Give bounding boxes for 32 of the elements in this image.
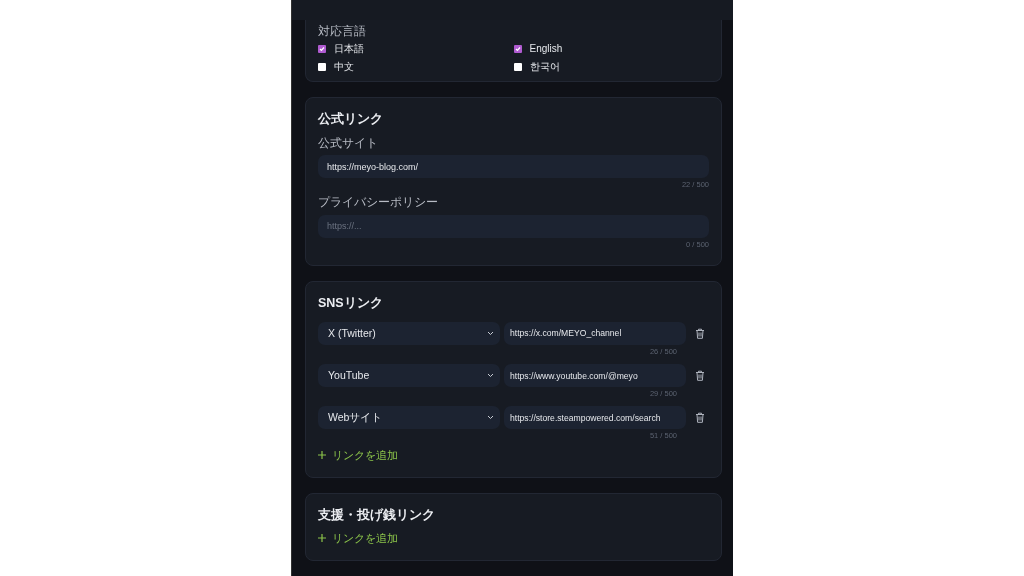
section-title: SNSリンク xyxy=(318,296,384,312)
section-title: 支援・投げ銭リンク xyxy=(318,508,436,524)
section-title: 公式リンク xyxy=(318,112,384,128)
input-field[interactable]: https://x.com/MEYO_channel xyxy=(504,321,686,345)
chevron-down-icon xyxy=(487,330,494,336)
trash-icon[interactable] xyxy=(694,412,705,424)
trash-icon[interactable] xyxy=(694,370,705,381)
checkbox[interactable] xyxy=(318,62,326,71)
platform-select[interactable]: YouTube xyxy=(318,364,500,387)
checkbox[interactable] xyxy=(513,45,522,54)
language-option: 中文 xyxy=(334,60,354,73)
trash-icon[interactable] xyxy=(694,327,705,339)
language-option: 한국어 xyxy=(529,60,560,73)
platform-select[interactable]: Webサイト xyxy=(318,406,500,430)
field-label: 公式サイト xyxy=(318,135,379,151)
plus-icon xyxy=(318,450,326,459)
field-label: 対応言語 xyxy=(318,24,367,39)
language-option: 日本語 xyxy=(334,43,364,56)
input-field[interactable]: https://store.steampowered.com/search xyxy=(504,406,686,430)
checkbox[interactable] xyxy=(318,45,326,54)
input-field[interactable]: https://meyo-blog.com/ xyxy=(318,155,709,179)
checkbox[interactable] xyxy=(513,62,522,71)
input-field[interactable]: https://... xyxy=(318,214,709,238)
input-field[interactable]: https://www.youtube.com/@meyo xyxy=(504,364,686,387)
chevron-down-icon xyxy=(487,415,494,421)
language-option: English xyxy=(529,43,563,56)
platform-select[interactable]: X (Twitter) xyxy=(318,321,500,345)
field-label: プライバシーポリシー xyxy=(318,195,439,211)
plus-icon xyxy=(318,534,326,542)
chevron-down-icon xyxy=(487,373,494,378)
add-link-button[interactable]: リンクを追加 xyxy=(318,531,398,545)
add-link-button[interactable]: リンクを追加 xyxy=(318,448,398,462)
